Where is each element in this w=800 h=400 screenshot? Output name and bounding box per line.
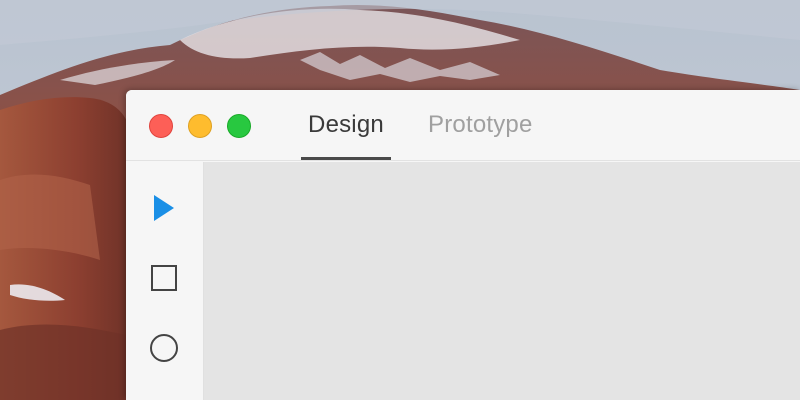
zoom-window-button[interactable]	[227, 114, 251, 138]
tab-design[interactable]: Design	[301, 110, 391, 160]
rectangle-tool-button[interactable]	[146, 260, 182, 296]
tab-prototype[interactable]: Prototype	[428, 110, 533, 160]
tools-sidebar	[126, 162, 204, 400]
rectangle-icon	[151, 265, 177, 291]
minimize-window-button[interactable]	[188, 114, 212, 138]
close-window-button[interactable]	[149, 114, 173, 138]
arrow-pointer-icon	[154, 195, 174, 221]
design-canvas[interactable]	[204, 162, 800, 400]
app-window: Design Prototype	[126, 90, 800, 400]
select-tool-button[interactable]	[146, 190, 182, 226]
desktop: Design Prototype	[0, 0, 800, 400]
window-titlebar: Design Prototype	[126, 90, 800, 161]
ellipse-icon	[150, 334, 178, 362]
ellipse-tool-button[interactable]	[146, 330, 182, 366]
